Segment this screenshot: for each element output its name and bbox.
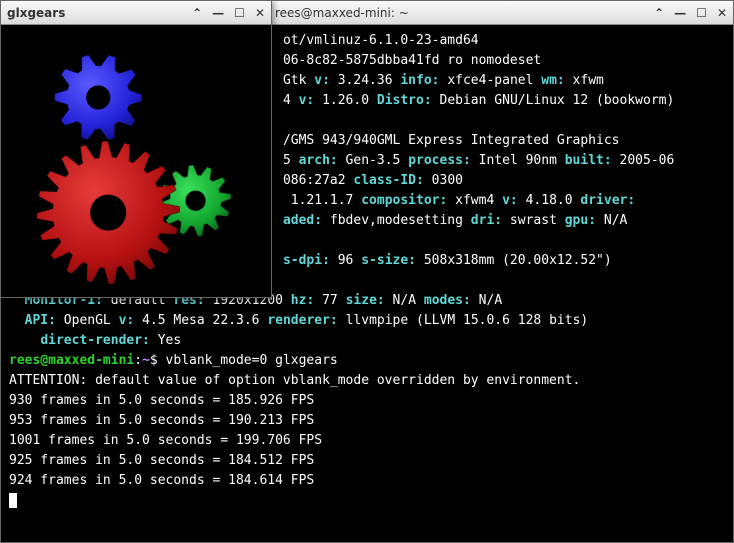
glxgears-titlebar[interactable]: glxgears ⌃ — ☐ ✕ [1, 1, 271, 25]
maximize-button[interactable]: ☐ [234, 6, 245, 20]
terminal-line: ATTENTION: default value of option vblan… [9, 371, 725, 391]
glxgears-window: glxgears ⌃ — ☐ ✕ [0, 0, 272, 298]
rollup-button[interactable]: ⌃ [192, 6, 202, 20]
terminal-cursor [9, 493, 17, 508]
terminal-line: 1001 frames in 5.0 seconds = 199.706 FPS [9, 431, 725, 451]
terminal-cursor-line [9, 491, 725, 511]
terminal-line: 953 frames in 5.0 seconds = 190.213 FPS [9, 411, 725, 431]
glxgears-canvas [1, 25, 271, 297]
terminal-line: 924 frames in 5.0 seconds = 184.614 FPS [9, 471, 725, 491]
terminal-line: API: OpenGL v: 4.5 Mesa 22.3.6 renderer:… [9, 311, 725, 331]
gear-blue-icon [55, 55, 142, 140]
close-button[interactable]: ✕ [255, 6, 265, 20]
minimize-button[interactable]: — [212, 6, 224, 20]
gear-red-icon [37, 141, 180, 284]
terminal-line: direct-render: Yes [9, 331, 725, 351]
glxgears-window-controls: ⌃ — ☐ ✕ [192, 6, 265, 20]
close-button[interactable]: ✕ [717, 6, 727, 20]
maximize-button[interactable]: ☐ [696, 6, 707, 20]
terminal-window-controls: ⌃ — ☐ ✕ [654, 6, 727, 20]
rollup-button[interactable]: ⌃ [654, 6, 664, 20]
glxgears-title: glxgears [7, 6, 192, 20]
minimize-button[interactable]: — [674, 6, 686, 20]
terminal-line: 925 frames in 5.0 seconds = 184.512 FPS [9, 451, 725, 471]
terminal-line: 930 frames in 5.0 seconds = 185.926 FPS [9, 391, 725, 411]
terminal-line: rees@maxxed-mini:~$ vblank_mode=0 glxgea… [9, 351, 725, 371]
